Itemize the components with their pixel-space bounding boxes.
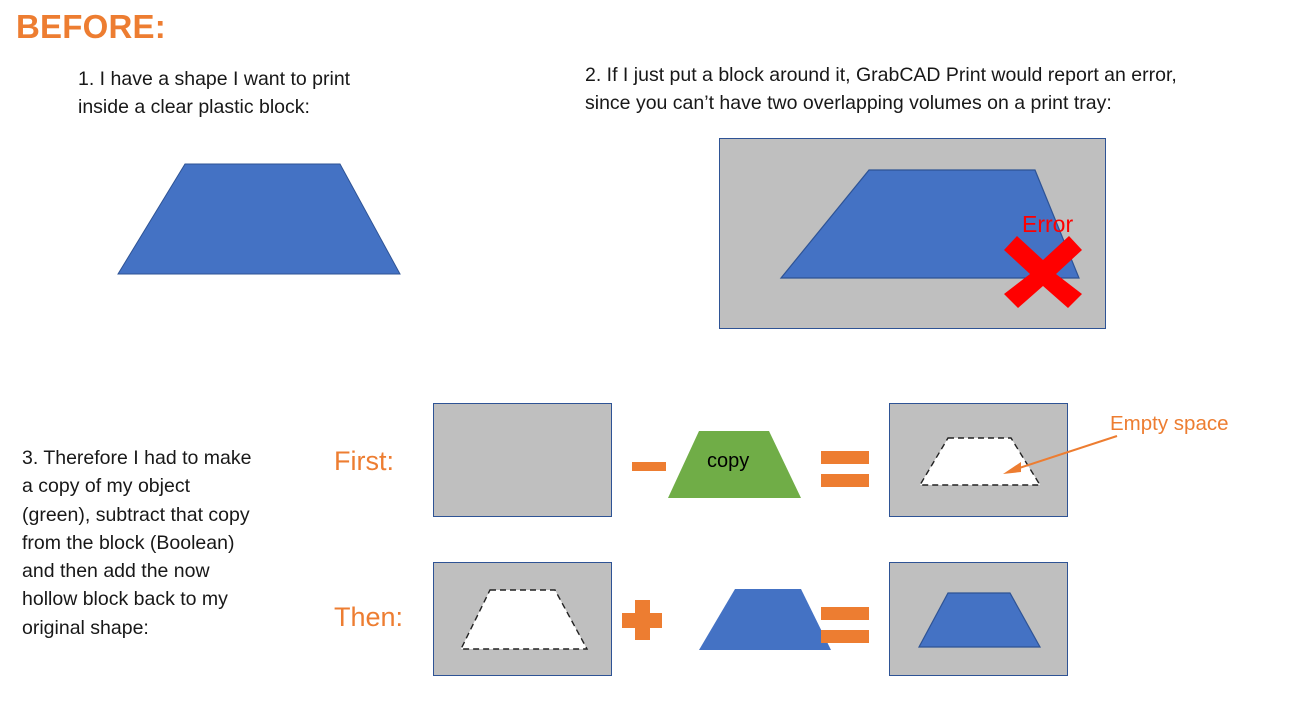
then-operand-cavity xyxy=(459,589,589,650)
error-label: Error xyxy=(1022,211,1074,237)
first-operand-block xyxy=(433,403,612,517)
empty-space-label: Empty space xyxy=(1110,412,1229,435)
step-1-description: 1. I have a shape I want to print inside… xyxy=(78,68,351,119)
hero-trapezoid xyxy=(117,163,401,275)
page-title: BEFORE: xyxy=(16,8,166,45)
operation-label-first: First: xyxy=(334,446,394,476)
then-result-trapezoid xyxy=(917,592,1042,648)
equals-bar-top xyxy=(821,451,869,464)
equals-operator-icon xyxy=(821,451,869,487)
equals-operator-icon-then xyxy=(821,607,869,643)
equals-gap xyxy=(821,620,869,630)
equals-bar-bottom xyxy=(821,474,869,487)
plus-operator-icon xyxy=(622,600,662,640)
then-blue-trapezoid xyxy=(699,589,831,650)
empty-space-arrow xyxy=(1003,435,1118,474)
equals-bar-top xyxy=(821,607,869,620)
plus-bar-vertical xyxy=(635,600,650,640)
equals-bar-bottom xyxy=(821,630,869,643)
step-3-description: 3. Therefore I had to make a copy of my … xyxy=(22,447,252,639)
operation-label-then: Then: xyxy=(334,602,404,632)
copy-label: copy xyxy=(707,450,750,472)
error-x-icon xyxy=(1004,236,1082,308)
step-2-description: 2. If I just put a block around it, Grab… xyxy=(585,64,1177,115)
equals-gap xyxy=(821,464,869,474)
